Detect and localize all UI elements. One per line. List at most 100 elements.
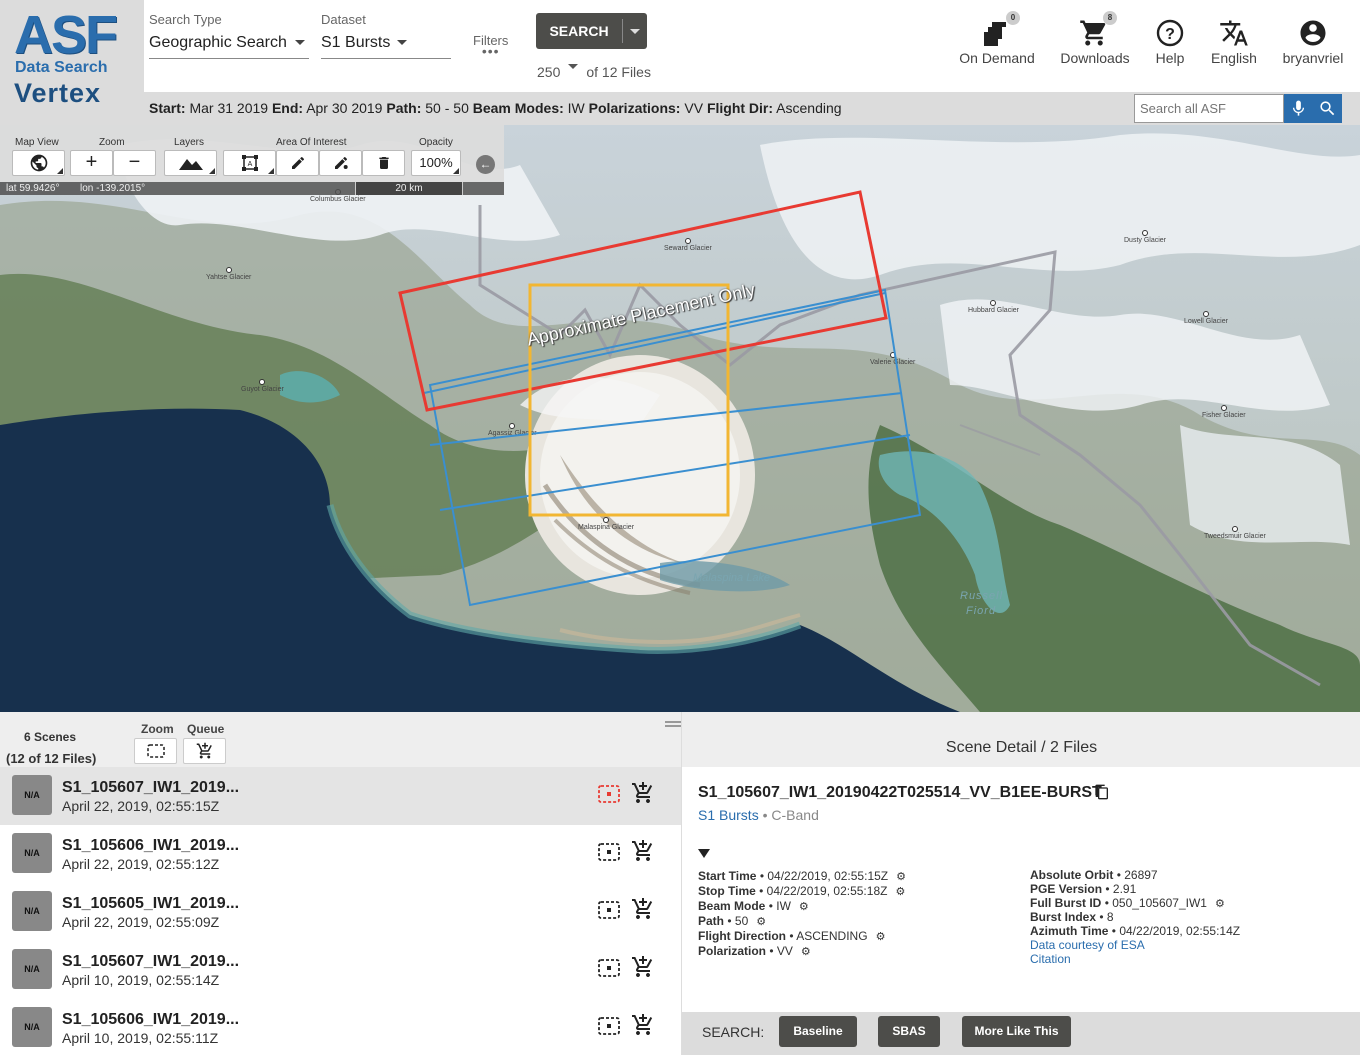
- scene-row[interactable]: N/A S1_105607_IW1_2019... April 10, 2019…: [0, 941, 681, 999]
- collapse-toolbar-button[interactable]: ←: [476, 155, 495, 174]
- on-demand-button[interactable]: 0 On Demand: [958, 11, 1036, 66]
- add-to-cart-icon[interactable]: [631, 955, 655, 979]
- search-button[interactable]: SEARCH: [536, 13, 647, 49]
- scene-row[interactable]: N/A S1_105607_IW1_2019... April 22, 2019…: [0, 767, 681, 825]
- cart-icon: 8: [1056, 11, 1134, 48]
- user-menu-button[interactable]: bryanvriel: [1278, 16, 1348, 66]
- language-button[interactable]: English: [1206, 16, 1262, 66]
- burst-footprint[interactable]: [428, 288, 922, 607]
- dataset-value[interactable]: S1 Bursts: [321, 34, 451, 59]
- zoom-to-scene-icon[interactable]: [597, 900, 621, 920]
- search-options-dropdown[interactable]: [623, 13, 647, 49]
- scene-date: April 22, 2019, 02:55:15Z: [62, 798, 220, 814]
- meta-flight-direction: Flight Direction • ASCENDING ⚙: [698, 929, 886, 943]
- citation-link[interactable]: Citation: [1030, 952, 1071, 966]
- dataset-select[interactable]: Dataset S1 Bursts: [321, 12, 451, 59]
- add-to-cart-icon[interactable]: [631, 1013, 655, 1037]
- meta-burst-index: Burst Index • 8: [1030, 910, 1114, 924]
- globe-icon: [30, 154, 48, 172]
- scene-name: S1_105607_IW1_2019...: [62, 953, 240, 970]
- clear-aoi-button[interactable]: [362, 150, 405, 176]
- meta-pge-version: PGE Version • 2.91: [1030, 882, 1137, 896]
- meta-path: Path • 50 ⚙: [698, 914, 767, 928]
- vertex-app: Search Type Geographic Search Dataset S1…: [0, 0, 1360, 1055]
- draw-button[interactable]: [276, 150, 319, 176]
- help-button[interactable]: ? Help: [1148, 16, 1192, 66]
- meta-polarization: Polarization • VV ⚙: [698, 944, 811, 958]
- esa-credit-link[interactable]: Data courtesy of ESA: [1030, 938, 1145, 952]
- filters-button[interactable]: Filters •••: [473, 33, 508, 58]
- scene-thumbnail: N/A: [12, 891, 52, 931]
- microphone-icon: [1292, 100, 1305, 116]
- scene-row[interactable]: N/A S1_105605_IW1_2019... April 22, 2019…: [0, 883, 681, 941]
- asf-search-input[interactable]: [1134, 94, 1284, 123]
- layers-button[interactable]: [164, 150, 217, 176]
- add-to-cart-icon[interactable]: [631, 897, 655, 921]
- on-demand-label: On Demand: [959, 50, 1035, 66]
- search-type-value[interactable]: Geographic Search: [149, 34, 309, 59]
- sbas-button[interactable]: SBAS: [878, 1016, 940, 1047]
- scene-name: S1_105606_IW1_2019...: [62, 837, 240, 854]
- dataset-link[interactable]: S1 Bursts: [698, 807, 759, 823]
- flight-label: Flight Dir:: [706, 100, 774, 116]
- arrow-left-icon: ←: [479, 157, 492, 171]
- top-header: Search Type Geographic Search Dataset S1…: [0, 0, 1360, 92]
- dropdown-corner-icon: [209, 168, 215, 174]
- more-like-this-button[interactable]: More Like This: [962, 1016, 1071, 1047]
- asf-search-button[interactable]: [1313, 94, 1342, 123]
- zoom-to-scene-icon[interactable]: [597, 958, 621, 978]
- pol-value: VV: [684, 100, 704, 116]
- beam-value: IW: [567, 100, 585, 116]
- add-to-cart-icon[interactable]: [631, 781, 655, 805]
- downloads-button[interactable]: 8 Downloads: [1056, 11, 1134, 66]
- zoom-in-button[interactable]: +: [70, 150, 113, 176]
- add-to-cart-icon[interactable]: [631, 839, 655, 863]
- edit-aoi-button[interactable]: [319, 150, 362, 176]
- help-label: Help: [1155, 50, 1185, 66]
- zoom-all-button[interactable]: [134, 738, 177, 764]
- gear-icon[interactable]: ⚙: [895, 885, 905, 898]
- copy-icon[interactable]: [1094, 783, 1110, 801]
- translate-icon: [1206, 16, 1262, 48]
- scene-row[interactable]: N/A S1_105606_IW1_2019... April 22, 2019…: [0, 825, 681, 883]
- meta-azimuth-time: Azimuth Time • 04/22/2019, 02:55:14Z: [1030, 924, 1241, 938]
- draw-mode-button[interactable]: A: [223, 150, 276, 176]
- logo-brand: ASF: [14, 5, 118, 65]
- selected-footprint[interactable]: [398, 190, 888, 412]
- baseline-button[interactable]: Baseline: [779, 1016, 857, 1047]
- map-view[interactable]: Columbus Glacier Seward Glacier Dusty Gl…: [0, 125, 1360, 712]
- aoi-label: Area Of Interest: [276, 137, 347, 148]
- opacity-select[interactable]: 100%: [411, 150, 461, 176]
- trash-icon: [379, 157, 389, 169]
- footprints-overlay: [398, 190, 922, 607]
- zoom-to-scene-icon[interactable]: [597, 842, 621, 862]
- asf-vertex-logo[interactable]: ASF Data Search Vertex: [0, 0, 144, 125]
- gear-icon[interactable]: ⚙: [801, 945, 811, 958]
- end-label: End:: [271, 100, 304, 116]
- max-results-select[interactable]: 250 of 12 Files: [537, 64, 651, 80]
- search-summary: Start: Mar 31 2019 End: Apr 30 2019 Path…: [149, 100, 842, 116]
- zoom-to-scene-icon[interactable]: [597, 1016, 621, 1036]
- results-panel: 6 Scenes (12 of 12 Files) Zoom Queue N/A…: [0, 712, 1360, 1055]
- gear-icon[interactable]: ⚙: [799, 900, 809, 913]
- pol-label: Polarizations:: [588, 100, 681, 116]
- coordinate-bar: lat 59.9426° lon -139.2015° 20 km: [0, 182, 504, 195]
- scene-thumbnail: N/A: [12, 1007, 52, 1047]
- search-type-select[interactable]: Search Type Geographic Search: [149, 12, 309, 59]
- voice-search-button[interactable]: [1284, 94, 1313, 123]
- gear-icon[interactable]: ⚙: [756, 915, 766, 928]
- gear-icon[interactable]: ⚙: [876, 930, 886, 943]
- scene-list: N/A S1_105607_IW1_2019... April 22, 2019…: [0, 767, 681, 1055]
- zoom-to-scene-icon[interactable]: [597, 784, 621, 804]
- queue-all-button[interactable]: [183, 738, 226, 764]
- gear-icon[interactable]: ⚙: [896, 870, 906, 883]
- scene-detail-title: Scene Detail / 2 Files: [945, 739, 1098, 756]
- collapse-triangle-icon[interactable]: [698, 849, 710, 858]
- zoom-out-button[interactable]: −: [113, 150, 156, 176]
- results-list-header: 6 Scenes (12 of 12 Files) Zoom Queue: [0, 712, 681, 767]
- scene-row[interactable]: N/A S1_105606_IW1_2019... April 10, 2019…: [0, 999, 681, 1055]
- map-view-button[interactable]: [12, 150, 65, 176]
- dropdown-corner-icon: [268, 168, 274, 174]
- gear-icon[interactable]: ⚙: [1215, 897, 1225, 910]
- svg-text:?: ?: [1165, 26, 1175, 43]
